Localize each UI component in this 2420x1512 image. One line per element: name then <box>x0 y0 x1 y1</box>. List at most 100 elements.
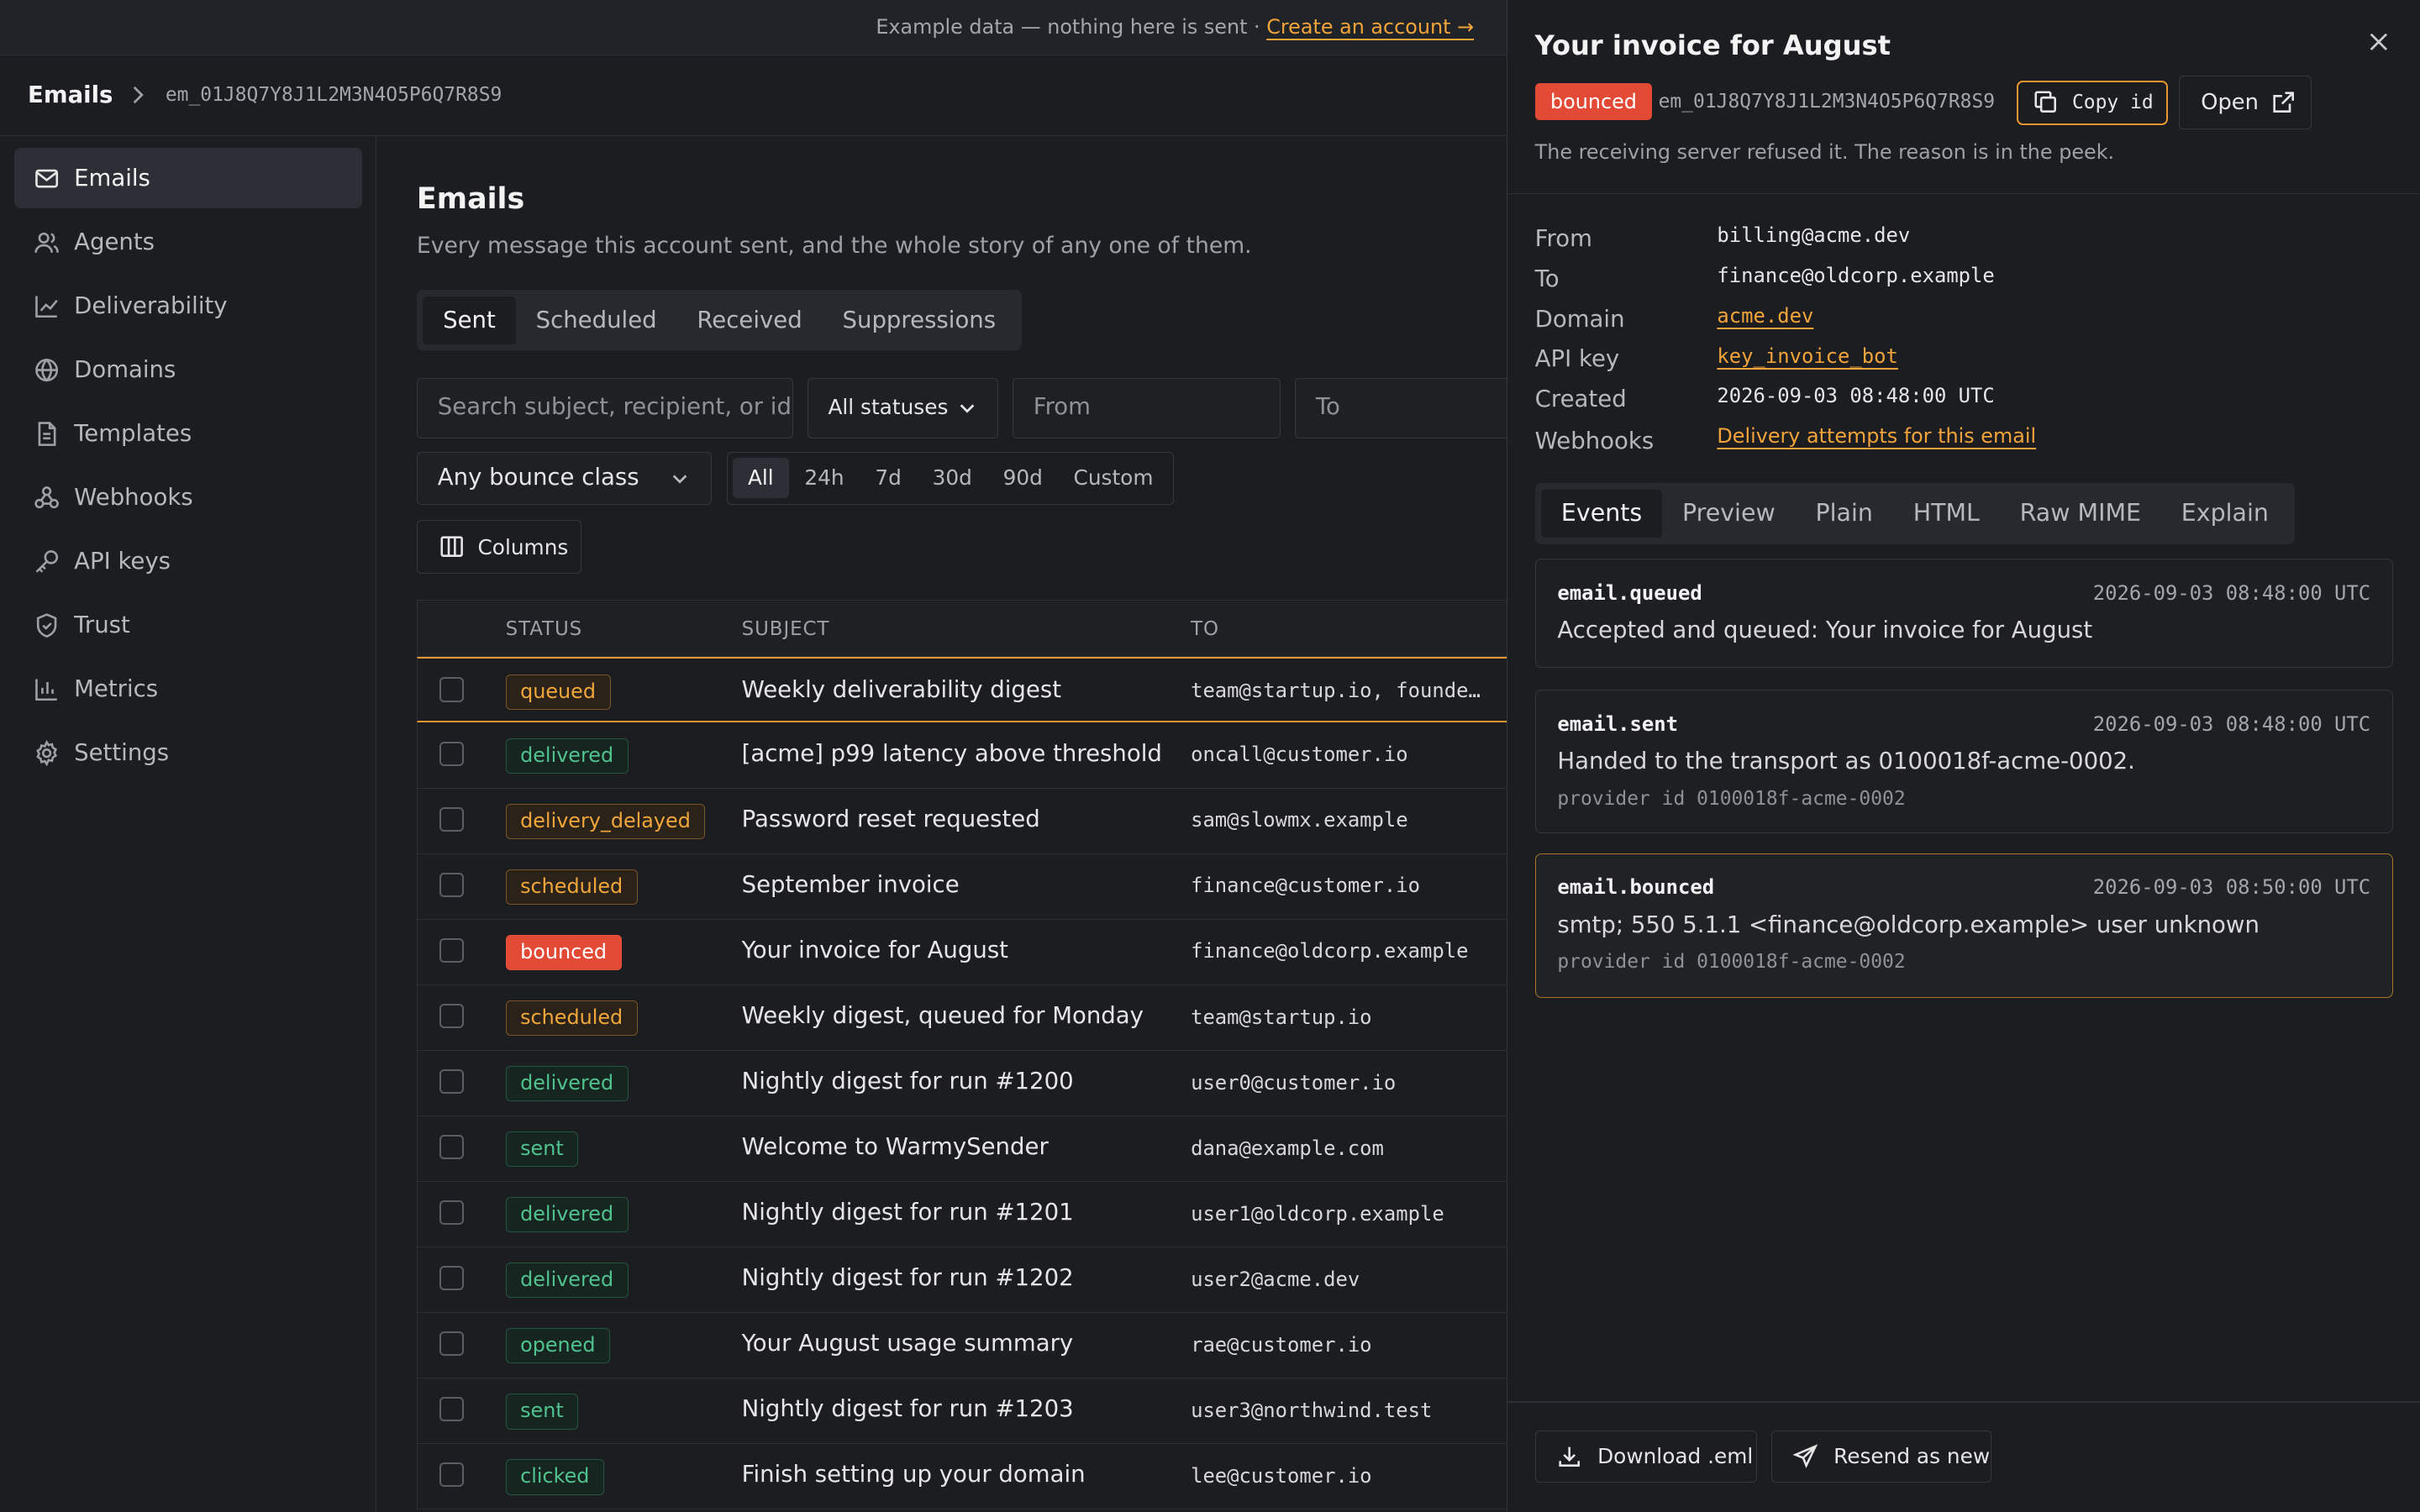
tab-scheduled[interactable]: Scheduled <box>516 297 677 344</box>
table-row[interactable]: clicked Finish setting up your domain lee@… <box>416 1443 1507 1510</box>
table-row[interactable]: sent Welcome to WarmySender dana@example.c… <box>416 1116 1507 1182</box>
users-icon <box>34 229 74 255</box>
sidebar-item-label: Emails <box>74 165 150 192</box>
panel-title: Your invoice for August <box>1534 29 1891 61</box>
range-7d[interactable]: 7d <box>860 458 917 498</box>
to-date-input[interactable]: To <box>1294 377 1507 438</box>
range-30d[interactable]: 30d <box>917 458 987 498</box>
breadcrumb-emails[interactable]: Emails <box>28 81 113 108</box>
row-recipient: finance@oldcorp.example <box>1191 939 1469 963</box>
tab-html[interactable]: HTML <box>1893 490 2000 538</box>
event-card-highlighted[interactable]: email.bounced 2026-09-03 08:50:00 UTC sm… <box>1534 853 2393 999</box>
status-select[interactable]: All statuses <box>807 377 999 438</box>
table-row[interactable]: opened Your August usage summary rae@custo… <box>416 1312 1507 1378</box>
from-date-input[interactable]: From <box>1012 377 1281 438</box>
table-row[interactable]: queued Weekly deliverability digest team@s… <box>416 657 1507 723</box>
sidebar-item-label: Settings <box>74 739 170 767</box>
sidebar-item-settings[interactable]: Settings <box>14 723 362 784</box>
row-checkbox[interactable] <box>439 1068 464 1095</box>
sidebar-item-emails[interactable]: Emails <box>13 148 362 208</box>
copy-id-button[interactable]: Copy id <box>2016 80 2168 125</box>
table-row[interactable]: sent Nightly digest for run #1203 user3@no… <box>416 1378 1507 1444</box>
row-checkbox[interactable] <box>439 1003 464 1029</box>
table-row[interactable]: bounced Your invoice for August finance@ol… <box>416 919 1507 985</box>
sidebar-item-webhooks[interactable]: Webhooks <box>14 467 362 528</box>
divider <box>1507 192 2420 195</box>
chevron-down-icon <box>958 399 976 417</box>
columns-button[interactable]: Columns <box>416 519 582 575</box>
sidebar-item-deliverability[interactable]: Deliverability <box>14 276 362 336</box>
table-row[interactable]: scheduled September invoice finance@custom… <box>416 853 1507 920</box>
table-row[interactable]: delivery_delayed Password reset requested… <box>416 788 1507 854</box>
sidebar-item-trust[interactable]: Trust <box>14 596 362 656</box>
resend-label: Resend as new <box>1833 1444 1991 1469</box>
range-all[interactable]: All <box>732 458 790 499</box>
sidebar-item-agents[interactable]: Agents <box>14 212 362 272</box>
status-badge: clicked <box>505 1459 604 1495</box>
row-checkbox[interactable] <box>439 1265 464 1291</box>
row-checkbox[interactable] <box>439 1396 464 1422</box>
table-row[interactable]: delivered Nightly digest for run #1202 use… <box>416 1247 1507 1313</box>
row-checkbox[interactable] <box>439 1462 464 1488</box>
create-account-link[interactable]: Create an account → <box>1266 15 1474 39</box>
search-input[interactable]: Search subject, recipient, or id <box>416 377 794 438</box>
header-subject: SUBJECT <box>741 617 830 640</box>
row-checkbox[interactable] <box>439 872 464 897</box>
tab-received[interactable]: Received <box>677 297 823 344</box>
bounce-class-select[interactable]: Any bounce class <box>416 452 712 505</box>
row-checkbox[interactable] <box>439 1200 464 1226</box>
sidebar-item-domains[interactable]: Domains <box>14 339 362 400</box>
webhooks-label: Webhooks <box>1534 427 1655 454</box>
range-custom[interactable]: Custom <box>1058 458 1169 498</box>
close-icon[interactable] <box>2368 31 2390 53</box>
row-recipient: lee@customer.io <box>1191 1463 1372 1488</box>
status-badge: sent <box>505 1131 579 1168</box>
row-recipient: rae@customer.io <box>1191 1332 1372 1357</box>
row-recipient: user2@acme.dev <box>1191 1267 1360 1291</box>
range-90d[interactable]: 90d <box>987 458 1058 498</box>
status-badge: bounced <box>1534 83 1653 121</box>
row-recipient: user3@northwind.test <box>1191 1398 1433 1422</box>
status-badge: bounced <box>505 934 622 971</box>
row-checkbox[interactable] <box>439 937 464 963</box>
range-24h[interactable]: 24h <box>789 458 860 498</box>
api-key-link[interactable]: key_invoice_bot <box>1717 344 1897 368</box>
tab-raw-mime[interactable]: Raw MIME <box>2000 490 2161 538</box>
tab-events[interactable]: Events <box>1541 490 1663 538</box>
row-checkbox[interactable] <box>439 1134 464 1160</box>
table-row[interactable]: delivered Nightly digest for run #1200 use… <box>416 1050 1507 1116</box>
row-checkbox[interactable] <box>439 741 464 766</box>
table-row[interactable]: delivered Nightly digest for run #1201 use… <box>416 1181 1507 1247</box>
tab-preview[interactable]: Preview <box>1662 490 1796 538</box>
event-time: 2026-09-03 08:50:00 UTC <box>2092 875 2371 900</box>
sidebar-item-api-keys[interactable]: API keys <box>14 532 362 592</box>
row-checkbox[interactable] <box>439 1331 464 1357</box>
sidebar-item-label: Deliverability <box>74 292 228 320</box>
row-checkbox[interactable] <box>439 806 464 832</box>
resend-button[interactable]: Resend as new <box>1770 1430 1992 1483</box>
download-icon <box>1557 1444 1597 1468</box>
event-name: email.bounced <box>1557 875 1715 900</box>
row-checkbox[interactable] <box>439 677 464 702</box>
sidebar-item-templates[interactable]: Templates <box>14 403 362 464</box>
table-row[interactable]: scheduled Weekly digest, queued for Monda… <box>416 984 1507 1051</box>
tab-sent[interactable]: Sent <box>423 296 516 344</box>
event-name: email.sent <box>1557 711 1679 736</box>
email-tabs: Sent Scheduled Received Suppressions <box>416 290 1023 350</box>
event-card[interactable]: email.queued 2026-09-03 08:48:00 UTC Acc… <box>1534 558 2393 669</box>
download-eml-button[interactable]: Download .eml <box>1534 1430 1758 1483</box>
event-card[interactable]: email.sent 2026-09-03 08:48:00 UTC Hande… <box>1534 690 2393 833</box>
tab-explain[interactable]: Explain <box>2161 490 2289 538</box>
breadcrumb: Emails em_01J8Q7Y8J1L2M3N4O5P6Q7R8S9 <box>0 55 1507 136</box>
tab-plain[interactable]: Plain <box>1796 490 1893 538</box>
table-row[interactable]: delivered [acme] p99 latency above thresh… <box>416 722 1507 789</box>
row-subject: Welcome to WarmySender <box>741 1132 1049 1160</box>
time-range-group: All 24h 7d 30d 90d Custom <box>727 452 1175 505</box>
webhooks-link[interactable]: Delivery attempts for this email <box>1717 424 2036 448</box>
open-button[interactable]: Open <box>2178 75 2312 130</box>
tab-suppressions[interactable]: Suppressions <box>823 297 1016 344</box>
sidebar-item-metrics[interactable]: Metrics <box>14 659 362 720</box>
row-subject: Nightly digest for run #1203 <box>741 1395 1074 1423</box>
header-status: STATUS <box>505 617 583 640</box>
domain-link[interactable]: acme.dev <box>1717 304 1813 328</box>
